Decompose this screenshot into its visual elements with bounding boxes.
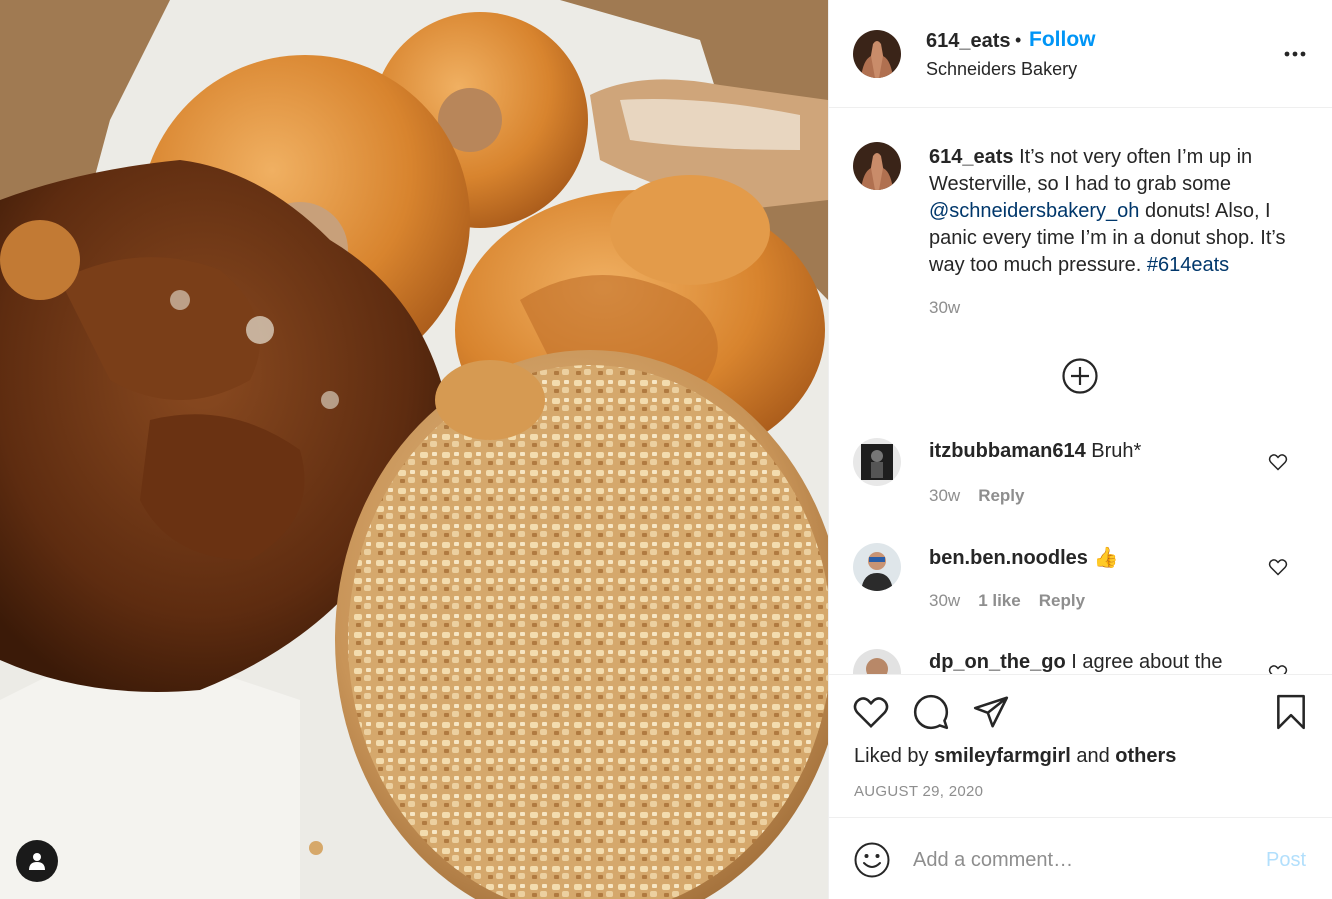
comment-icon[interactable] (912, 693, 950, 731)
bookmark-icon[interactable] (1272, 693, 1310, 731)
add-comment-bar: Post (829, 817, 1332, 899)
liked-by-text: Liked by smileyfarmgirl and others (854, 745, 1176, 768)
liked-by-and: and (1070, 745, 1116, 767)
commenter-avatar[interactable] (853, 438, 901, 486)
more-options-icon[interactable] (1283, 42, 1307, 66)
separator-dot: • (1015, 30, 1022, 50)
caption-timestamp[interactable]: 30w (929, 298, 960, 318)
comment-item: dp_on_the_go I agree about the (829, 649, 1332, 674)
post-location[interactable]: Schneiders Bakery (926, 59, 1077, 80)
comment-username[interactable]: ben.ben.noodles (929, 547, 1088, 569)
caption-author-avatar[interactable] (853, 142, 901, 190)
comment-body: 👍 (1093, 547, 1119, 569)
comment-timestamp[interactable]: 30w (929, 591, 960, 611)
donuts-image (0, 0, 828, 899)
load-more-comments-icon[interactable] (1061, 357, 1099, 395)
commenter-avatar[interactable] (853, 649, 901, 674)
post-header: 614_eats • Follow Schneiders Bakery (829, 0, 1332, 108)
caption-username[interactable]: 614_eats (929, 146, 1014, 168)
comment-meta: 30w 1 like Reply (929, 591, 1085, 611)
comment-body: Bruh* (1091, 440, 1142, 462)
comment-body: I agree about the (1071, 651, 1223, 673)
commenter-avatar[interactable] (853, 543, 901, 591)
comment-timestamp[interactable]: 30w (929, 486, 960, 506)
post-actions: Liked by smileyfarmgirl and others AUGUS… (829, 674, 1332, 817)
heart-icon[interactable] (852, 693, 890, 731)
liked-by-user[interactable]: smileyfarmgirl (934, 745, 1071, 767)
comment-username[interactable]: itzbubbaman614 (929, 440, 1086, 462)
reply-button[interactable]: Reply (1039, 591, 1085, 611)
liked-by-prefix: Liked by (854, 745, 935, 767)
post-date[interactable]: AUGUST 29, 2020 (854, 783, 983, 800)
emoji-icon[interactable] (853, 841, 891, 879)
comment-like-icon[interactable] (1268, 557, 1288, 577)
caption-hashtag[interactable]: #614eats (1147, 254, 1229, 276)
comments-scroll-area[interactable]: 614_eats It’s not very often I’m up in W… (829, 109, 1332, 674)
comment-item: ben.ben.noodles 👍 30w 1 like Reply (829, 543, 1332, 633)
comment-like-icon[interactable] (1268, 452, 1288, 472)
post-comment-button[interactable]: Post (1266, 849, 1306, 872)
comment-text: dp_on_the_go I agree about the (929, 651, 1222, 674)
share-icon[interactable] (972, 693, 1010, 731)
comment-item: itzbubbaman614 Bruh* 30w Reply (829, 438, 1332, 528)
comment-text: itzbubbaman614 Bruh* (929, 440, 1141, 463)
comment-meta: 30w Reply (929, 486, 1024, 506)
post-photo[interactable] (0, 0, 828, 899)
caption-mention[interactable]: @schneidersbakery_oh (929, 200, 1139, 222)
follow-button[interactable]: Follow (1029, 28, 1096, 52)
add-comment-input[interactable] (913, 844, 1233, 876)
comment-likes-count[interactable]: 1 like (978, 591, 1021, 611)
post-details-panel: 614_eats • Follow Schneiders Bakery 614_… (828, 0, 1332, 899)
author-username[interactable]: 614_eats (926, 30, 1011, 53)
post-caption: 614_eats It’s not very often I’m up in W… (929, 144, 1299, 279)
author-avatar[interactable] (853, 30, 901, 78)
comment-text: ben.ben.noodles 👍 (929, 545, 1118, 570)
tag-user-button[interactable] (16, 840, 58, 882)
liked-by-others[interactable]: others (1115, 745, 1176, 767)
comment-username[interactable]: dp_on_the_go (929, 651, 1066, 673)
comment-like-icon[interactable] (1268, 663, 1288, 674)
tag-user-icon (29, 853, 45, 870)
reply-button[interactable]: Reply (978, 486, 1024, 506)
